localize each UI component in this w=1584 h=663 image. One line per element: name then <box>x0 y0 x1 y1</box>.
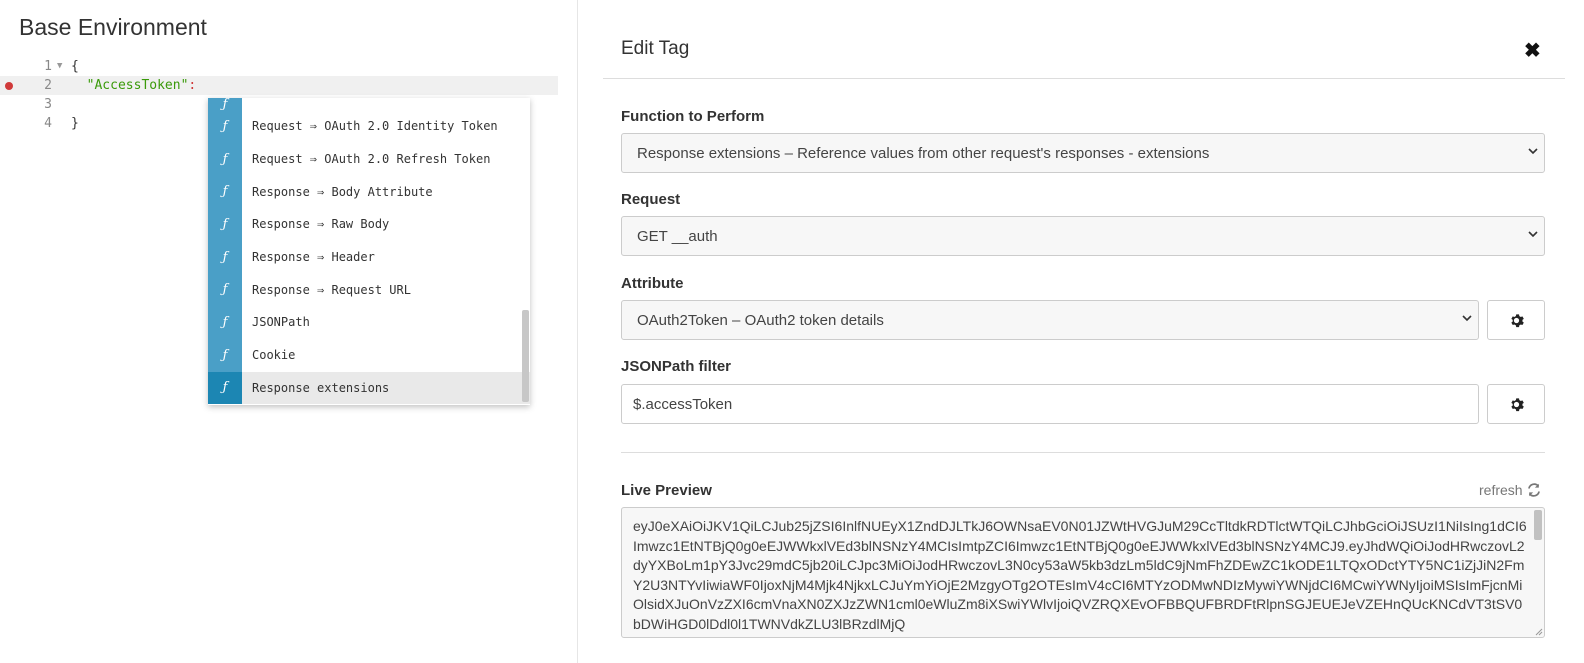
autocomplete-item-selected[interactable]: ƒ Response extensions <box>208 371 530 405</box>
jsonpath-input-value: $.accessToken <box>633 395 733 413</box>
error-marker-icon <box>5 82 13 90</box>
jsonpath-settings-button[interactable] <box>1487 384 1545 424</box>
autocomplete-label: Request ⇒ OAuth 2.0 Refresh Token <box>252 152 491 167</box>
autocomplete-label: JSONPath <box>252 315 310 330</box>
preview-scrollbar[interactable] <box>1534 510 1542 540</box>
autocomplete-dropdown[interactable]: ƒ ƒ Request ⇒ OAuth 2.0 Identity Token ƒ… <box>208 98 530 405</box>
function-icon: ƒ <box>208 273 242 307</box>
autocomplete-label: Response ⇒ Request URL <box>252 282 411 297</box>
request-select-value: GET __auth <box>637 227 718 245</box>
line-number: 1 <box>44 59 52 74</box>
code-text: { <box>71 59 79 74</box>
environment-title: Base Environment <box>19 14 207 40</box>
autocomplete-item[interactable]: ƒ Response ⇒ Request URL <box>208 273 530 307</box>
function-icon: ƒ <box>208 175 242 209</box>
attribute-select[interactable]: OAuth2Token – OAuth2 token details <box>621 300 1479 340</box>
function-icon: ƒ <box>208 142 242 176</box>
json-key: "AccessToken" <box>86 78 189 93</box>
request-select[interactable]: GET __auth <box>621 216 1545 256</box>
autocomplete-item[interactable]: ƒ Request ⇒ OAuth 2.0 Identity Token <box>208 110 530 143</box>
gear-icon <box>1510 313 1524 327</box>
autocomplete-scrollbar[interactable] <box>522 310 529 402</box>
autocomplete-item[interactable]: ƒ Cookie <box>208 338 530 372</box>
fold-arrow-icon[interactable]: ▼ <box>57 57 62 76</box>
autocomplete-item[interactable]: ƒ Response ⇒ Raw Body <box>208 208 530 241</box>
editor-line-active[interactable]: 2 "AccessToken": <box>0 76 558 95</box>
live-preview-label: Live Preview <box>621 482 712 499</box>
function-icon: ƒ <box>208 98 242 112</box>
environment-panel: Base Environment 1 ▼ { 2 "AccessToken": … <box>0 0 578 663</box>
code-text: } <box>71 116 79 131</box>
modal-title: Edit Tag <box>621 38 690 59</box>
function-icon: ƒ <box>208 110 242 143</box>
chevron-down-icon <box>1528 148 1538 155</box>
autocomplete-label: Response extensions <box>252 380 390 395</box>
function-icon: ƒ <box>208 306 242 339</box>
jsonpath-input[interactable]: $.accessToken <box>621 384 1479 424</box>
autocomplete-label: Response ⇒ Body Attribute <box>252 184 433 199</box>
function-select-value: Response extensions – Reference values f… <box>637 144 1210 162</box>
close-icon[interactable]: ✖ <box>1524 38 1541 63</box>
function-icon: ƒ <box>208 371 242 405</box>
autocomplete-label: Response ⇒ Header <box>252 250 375 265</box>
json-colon: : <box>188 78 197 93</box>
function-select[interactable]: Response extensions – Reference values f… <box>621 133 1545 173</box>
function-icon: ƒ <box>208 338 242 372</box>
refresh-label: refresh <box>1479 482 1523 498</box>
attribute-settings-button[interactable] <box>1487 300 1545 340</box>
resize-handle-icon[interactable] <box>1535 628 1543 636</box>
chevron-down-icon <box>1528 231 1538 238</box>
edit-tag-modal: Edit Tag ✖ Function to Perform Response … <box>579 0 1584 663</box>
autocomplete-label: Response ⇒ Raw Body <box>252 217 390 232</box>
code-text: "AccessToken": <box>71 76 197 95</box>
live-preview-textarea[interactable]: eyJ0eXAiOiJKV1QiLCJub25jZSI6InlfNUEyX1Zn… <box>621 507 1545 638</box>
section-divider <box>621 452 1545 453</box>
autocomplete-label: Cookie <box>252 348 296 363</box>
attribute-select-value: OAuth2Token – OAuth2 token details <box>637 311 884 329</box>
autocomplete-label: Request ⇒ OAuth 2.0 Identity Token <box>252 119 498 134</box>
chevron-down-icon <box>1462 315 1472 322</box>
editor-line[interactable]: 1 ▼ { <box>0 57 558 76</box>
refresh-icon <box>1527 483 1540 497</box>
function-icon: ƒ <box>208 208 242 241</box>
autocomplete-item[interactable]: ƒ Request ⇒ OAuth 2.0 Refresh Token <box>208 142 530 176</box>
line-number: 3 <box>44 97 52 112</box>
function-icon: ƒ <box>208 240 242 274</box>
request-label: Request <box>621 191 681 208</box>
line-number: 4 <box>44 116 52 131</box>
header-divider <box>603 78 1565 79</box>
gear-icon <box>1510 397 1524 411</box>
refresh-button[interactable]: refresh <box>1479 482 1541 498</box>
live-preview-text: eyJ0eXAiOiJKV1QiLCJub25jZSI6InlfNUEyX1Zn… <box>633 518 1527 632</box>
function-label: Function to Perform <box>621 108 765 125</box>
autocomplete-item[interactable]: ƒ Response ⇒ Header <box>208 240 530 274</box>
autocomplete-item[interactable]: ƒ Response ⇒ Body Attribute <box>208 175 530 209</box>
attribute-label: Attribute <box>621 275 684 292</box>
autocomplete-item-partial[interactable]: ƒ <box>208 98 530 112</box>
autocomplete-item[interactable]: ƒ JSONPath <box>208 306 530 339</box>
jsonpath-label: JSONPath filter <box>621 358 732 375</box>
line-number: 2 <box>44 78 52 93</box>
